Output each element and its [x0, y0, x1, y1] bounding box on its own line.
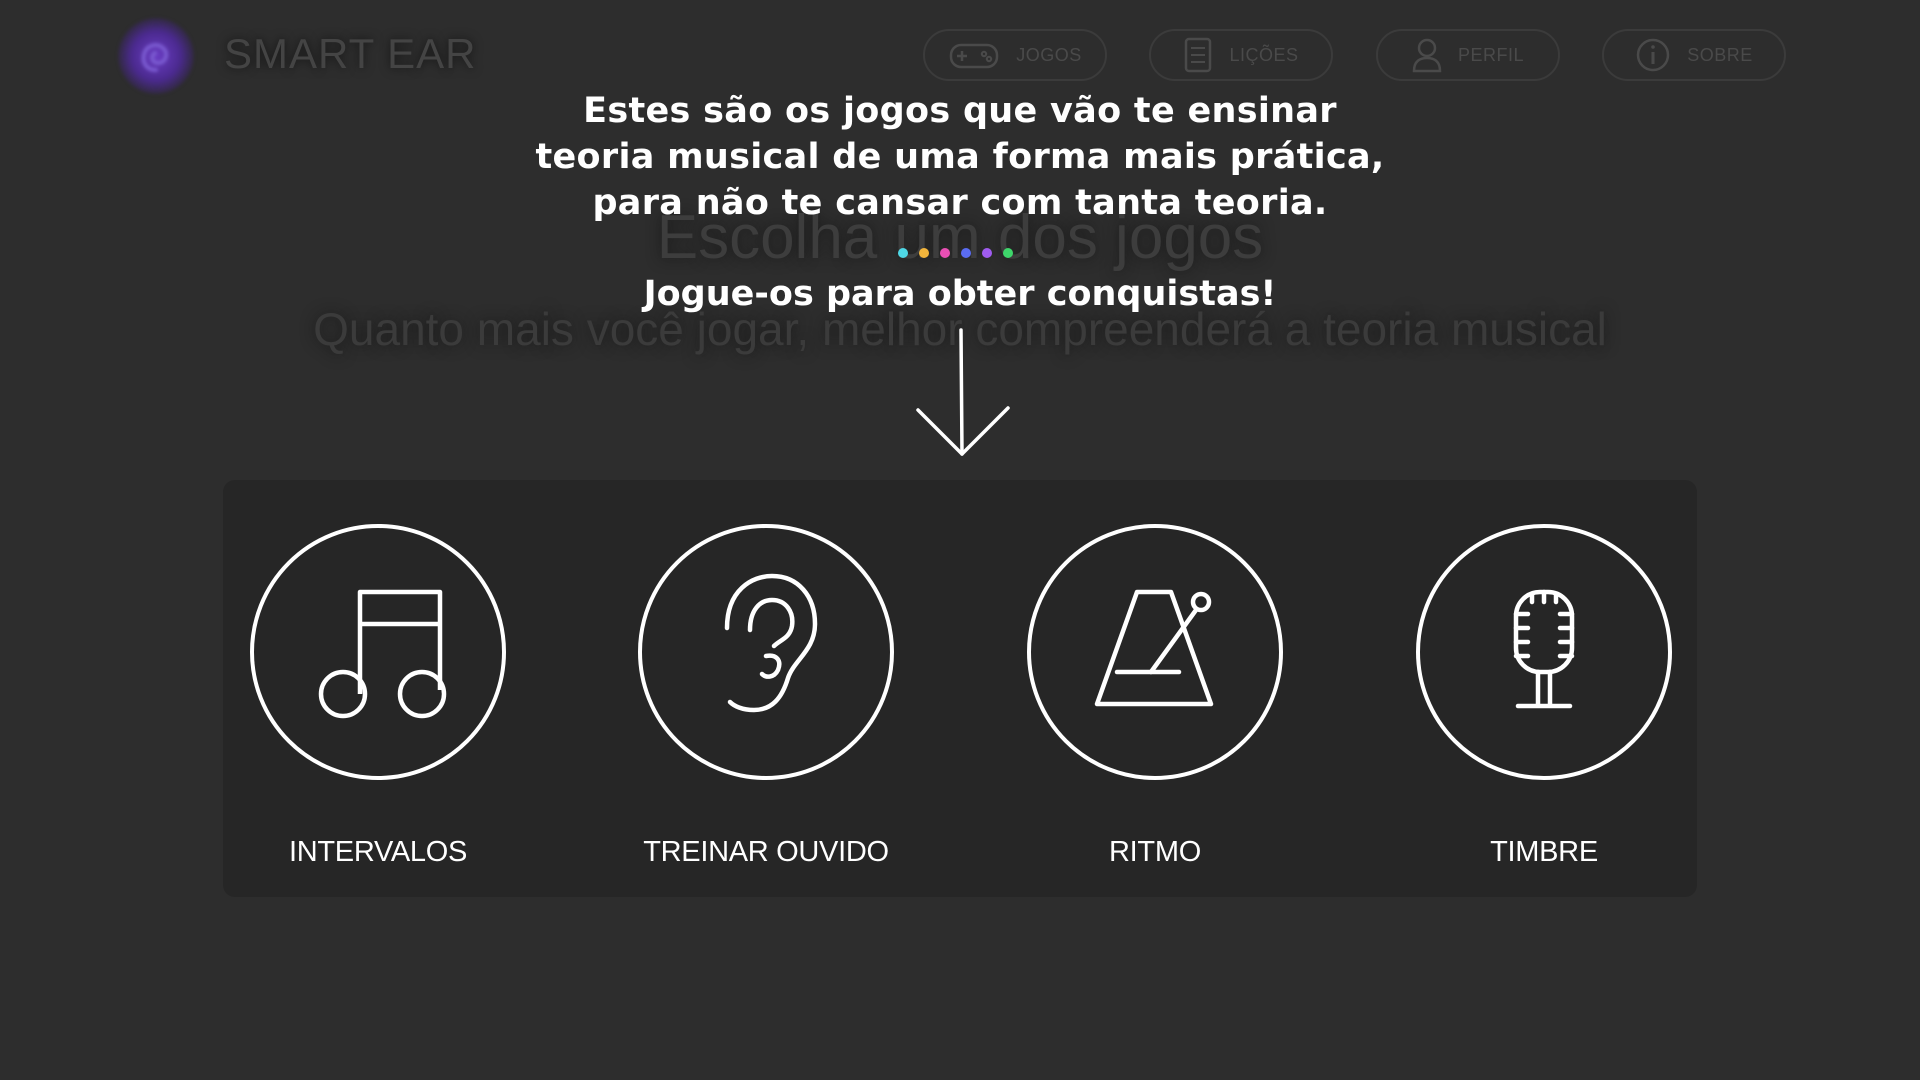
nav-licoes-label: LIÇÕES	[1229, 44, 1299, 65]
nav-sobre-label: SOBRE	[1687, 44, 1753, 65]
user-icon	[1412, 38, 1442, 73]
arrow-down-icon	[916, 328, 1010, 456]
microphone-icon	[1513, 589, 1575, 709]
game-ritmo[interactable]: RITMO	[1000, 524, 1300, 868]
info-icon	[1636, 38, 1670, 72]
game-label: TIMBRE	[1490, 836, 1598, 868]
color-dot	[940, 248, 950, 258]
nav-licoes-button[interactable]: LIÇÕES	[1149, 29, 1333, 81]
nav-jogos-button[interactable]: JOGOS	[923, 29, 1107, 81]
gamepad-icon	[949, 43, 999, 69]
music-note-icon	[318, 589, 447, 719]
tutorial-line: teoria musical de uma forma mais prática…	[535, 137, 1385, 177]
game-label: TREINAR OUVIDO	[643, 836, 889, 868]
metronome-icon	[1094, 589, 1214, 707]
game-icon-circle	[638, 524, 894, 780]
color-dot	[919, 248, 929, 258]
book-icon	[1185, 37, 1212, 73]
game-treinar-ouvido[interactable]: TREINAR OUVIDO	[611, 524, 911, 868]
color-dot	[898, 248, 908, 258]
tutorial-line: para não te cansar com tanta teoria.	[592, 183, 1328, 223]
nav-perfil-button[interactable]: PERFIL	[1376, 29, 1560, 81]
ear-icon	[724, 573, 818, 713]
tutorial-call-to-action: Jogue-os para obter conquistas!	[643, 274, 1277, 314]
games-panel: INTERVALOS TREINAR OUVIDO RITMO TIMBRE	[223, 480, 1697, 897]
nav-jogos-label: JOGOS	[1016, 44, 1082, 65]
game-timbre[interactable]: TIMBRE	[1389, 524, 1689, 868]
game-icon-circle	[1027, 524, 1283, 780]
tutorial-text: Estes são os jogos que vão te ensinar te…	[0, 88, 1920, 226]
color-dot	[961, 248, 971, 258]
swirl-icon	[141, 43, 169, 72]
tutorial-line: Estes são os jogos que vão te ensinar	[583, 91, 1337, 131]
app-title: SMART EAR	[224, 30, 477, 77]
color-dots	[898, 248, 1013, 258]
game-intervalos[interactable]: INTERVALOS	[223, 524, 523, 868]
nav-perfil-label: PERFIL	[1457, 44, 1525, 65]
game-label: RITMO	[1109, 836, 1201, 868]
logo[interactable]	[118, 18, 194, 94]
game-icon-circle	[1416, 524, 1672, 780]
color-dot	[1003, 248, 1013, 258]
game-icon-circle	[250, 524, 506, 780]
nav-sobre-button[interactable]: SOBRE	[1602, 29, 1786, 81]
game-label: INTERVALOS	[288, 836, 468, 868]
color-dot	[982, 248, 992, 258]
